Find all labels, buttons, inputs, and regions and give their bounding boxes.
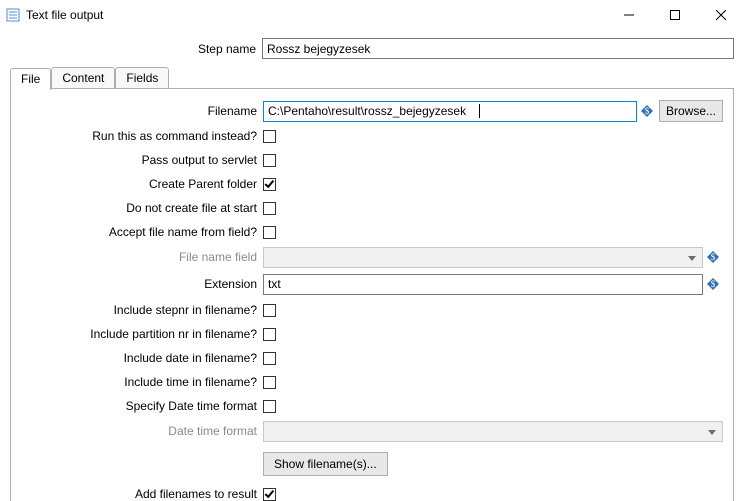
- accept-from-field-label: Accept file name from field?: [21, 225, 263, 239]
- create-parent-checkbox[interactable]: [263, 178, 276, 191]
- variable-icon[interactable]: $: [705, 276, 721, 292]
- run-cmd-checkbox[interactable]: [263, 130, 276, 143]
- browse-button[interactable]: Browse...: [659, 100, 723, 122]
- file-name-field-label: File name field: [21, 250, 263, 264]
- servlet-checkbox[interactable]: [263, 154, 276, 167]
- window-controls: [606, 0, 744, 30]
- run-cmd-label: Run this as command instead?: [21, 129, 263, 143]
- include-partition-checkbox[interactable]: [263, 328, 276, 341]
- tab-fields[interactable]: Fields: [115, 67, 169, 89]
- include-partition-label: Include partition nr in filename?: [21, 327, 263, 341]
- titlebar: Text file output: [0, 0, 744, 30]
- include-date-label: Include date in filename?: [21, 351, 263, 365]
- specify-dtf-checkbox[interactable]: [263, 400, 276, 413]
- accept-from-field-checkbox[interactable]: [263, 226, 276, 239]
- variable-icon[interactable]: $: [639, 103, 655, 119]
- include-stepnr-checkbox[interactable]: [263, 304, 276, 317]
- dtf-label: Date time format: [21, 424, 263, 438]
- app-icon: [6, 8, 20, 22]
- include-time-checkbox[interactable]: [263, 376, 276, 389]
- variable-icon[interactable]: $: [705, 249, 721, 265]
- step-name-input[interactable]: [262, 38, 734, 59]
- dtf-dropdown: [263, 421, 723, 442]
- dialog-body: Step name File Content Fields Filename $…: [0, 30, 744, 501]
- filename-input[interactable]: [263, 101, 637, 122]
- tab-content[interactable]: Content: [51, 67, 115, 89]
- no-create-start-label: Do not create file at start: [21, 201, 263, 215]
- create-parent-label: Create Parent folder: [21, 177, 263, 191]
- svg-text:$: $: [645, 106, 650, 116]
- minimize-button[interactable]: [606, 0, 652, 30]
- tabstrip: File Content Fields: [10, 67, 734, 89]
- include-time-label: Include time in filename?: [21, 375, 263, 389]
- specify-dtf-label: Specify Date time format: [21, 399, 263, 413]
- extension-input[interactable]: [263, 274, 703, 295]
- filename-row: Filename $ Browse...: [21, 99, 723, 123]
- close-button[interactable]: [698, 0, 744, 30]
- step-name-row: Step name: [10, 38, 734, 59]
- filename-label: Filename: [21, 104, 263, 118]
- text-cursor: [479, 104, 480, 118]
- svg-text:$: $: [711, 252, 716, 262]
- tabstrip-filler: [169, 67, 734, 89]
- no-create-start-checkbox[interactable]: [263, 202, 276, 215]
- step-name-label: Step name: [10, 42, 262, 56]
- maximize-button[interactable]: [652, 0, 698, 30]
- window-title: Text file output: [26, 8, 103, 22]
- include-stepnr-label: Include stepnr in filename?: [21, 303, 263, 317]
- show-filenames-button[interactable]: Show filename(s)...: [263, 452, 388, 476]
- extension-label: Extension: [21, 277, 263, 291]
- tab-pane-file: Filename $ Browse... Run this as command…: [10, 89, 734, 501]
- tab-file[interactable]: File: [10, 68, 51, 90]
- svg-text:$: $: [711, 279, 716, 289]
- add-to-result-checkbox[interactable]: [263, 488, 276, 501]
- add-to-result-label: Add filenames to result: [21, 487, 263, 501]
- include-date-checkbox[interactable]: [263, 352, 276, 365]
- servlet-label: Pass output to servlet: [21, 153, 263, 167]
- file-name-field-dropdown: [263, 247, 703, 268]
